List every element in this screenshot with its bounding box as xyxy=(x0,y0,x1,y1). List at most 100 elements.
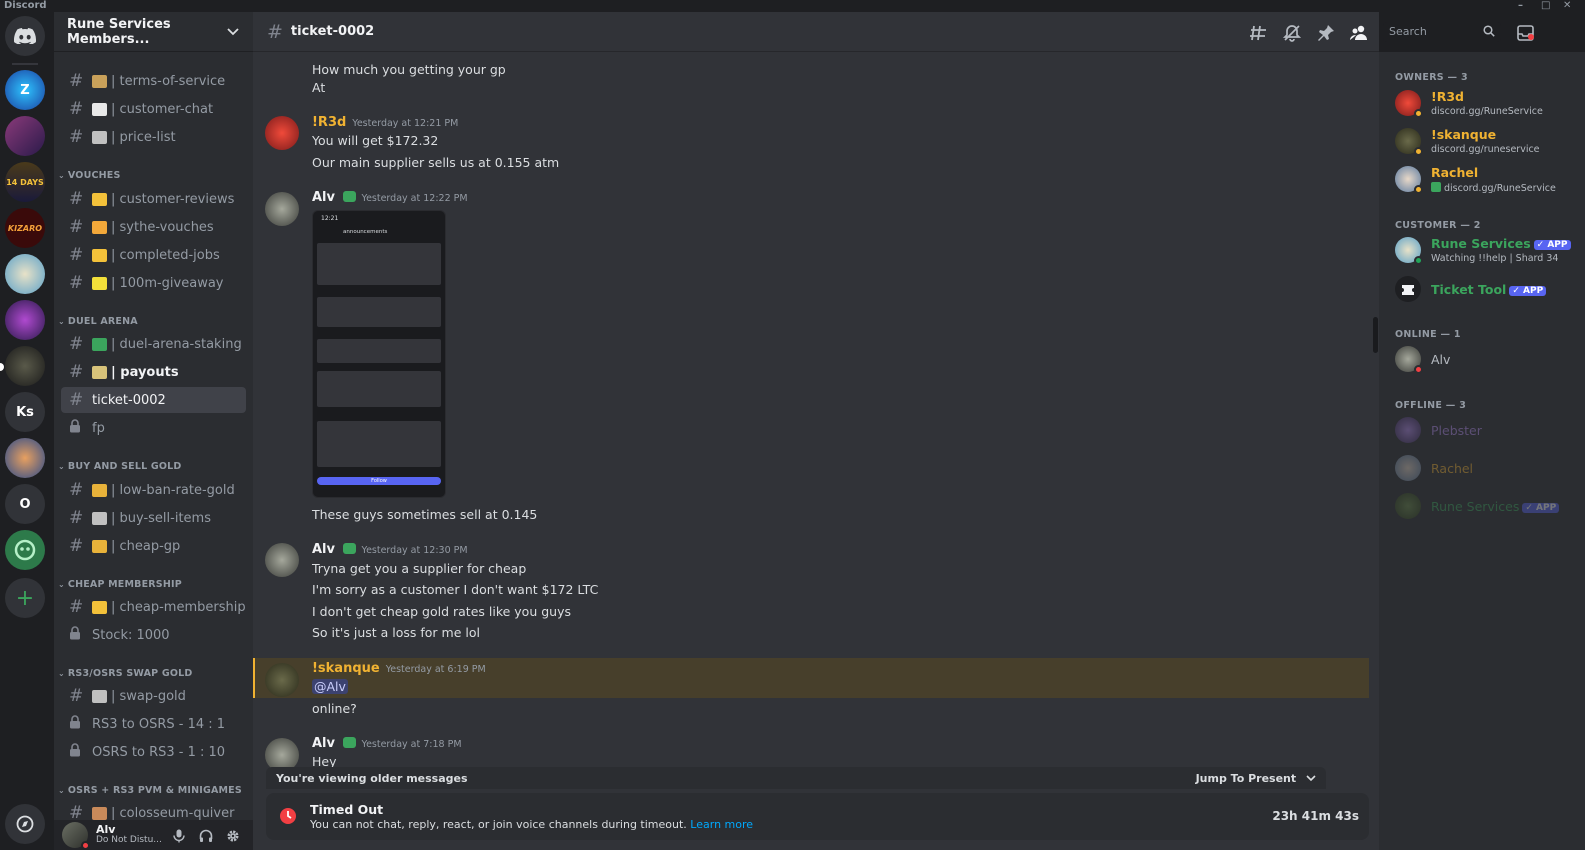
member-name: !skanque xyxy=(1431,127,1497,142)
channel-category[interactable]: ⌄ OSRS + RS3 PVM & MINIGAMES xyxy=(58,785,242,796)
member-list-icon[interactable] xyxy=(1349,23,1369,43)
channel-item[interactable]: # | swap-gold xyxy=(61,683,246,709)
channel-item[interactable]: Stock: 1000 xyxy=(61,622,246,648)
channel-item[interactable]: # | completed-jobs xyxy=(61,242,246,268)
minimize-button[interactable]: – xyxy=(1518,0,1523,11)
server-ks-icon[interactable]: Ks xyxy=(5,392,45,432)
message-line: Our main supplier sells us at 0.155 atm xyxy=(312,155,560,170)
channel-category[interactable]: ⌄ CHEAP MEMBERSHIP xyxy=(58,579,182,590)
channel-item[interactable]: # | sythe-vouches xyxy=(61,214,246,240)
member-item[interactable]: Rune Services ✓ APP Watching !!help | Sha… xyxy=(1395,233,1580,269)
ticket-tool-icon xyxy=(1402,285,1414,295)
message-avatar-skanque[interactable] xyxy=(265,663,299,697)
channel-item[interactable]: # | payouts xyxy=(61,359,246,385)
notification-muted-icon[interactable] xyxy=(1282,23,1302,43)
member-item[interactable]: Alv xyxy=(1395,342,1580,378)
server-purple-icon[interactable] xyxy=(5,116,45,156)
message-line: How much you getting your gp xyxy=(312,62,506,77)
channel-item[interactable]: # | cheap-membership xyxy=(61,594,246,620)
channel-name: | swap-gold xyxy=(111,688,186,704)
message-author[interactable]: Alv Yesterday at 12:30 PM xyxy=(312,542,468,557)
channel-item[interactable]: # | buy-sell-items xyxy=(61,505,246,531)
server-monster-icon[interactable] xyxy=(5,300,45,340)
author-name[interactable]: Alv xyxy=(312,542,335,557)
member-item[interactable]: Rune Services ✓ APP xyxy=(1395,489,1580,525)
search-input[interactable]: Search xyxy=(1383,22,1501,42)
channel-item[interactable]: fp xyxy=(61,415,246,441)
server-fish-icon[interactable] xyxy=(5,438,45,478)
channel-item[interactable]: OSRS to RS3 - 1 : 10 xyxy=(61,739,246,765)
chevron-down-icon: ⌄ xyxy=(58,171,65,180)
channel-item[interactable]: # | customer-reviews xyxy=(61,186,246,212)
member-custom-status-text: discord.gg/RuneService xyxy=(1444,183,1556,194)
server-rune-services-icon[interactable] xyxy=(5,346,45,386)
user-avatar[interactable] xyxy=(62,822,90,850)
channel-item[interactable]: RS3 to OSRS - 14 : 1 xyxy=(61,711,246,737)
server-14days-icon[interactable]: 14 DAYS xyxy=(5,162,45,202)
channel-item[interactable]: # | duel-arena-staking xyxy=(61,331,246,357)
channel-title: ticket-0002 xyxy=(290,24,375,39)
member-item[interactable]: !skanque discord.gg/runeservice xyxy=(1395,124,1580,160)
threads-icon[interactable] xyxy=(1249,23,1269,43)
message-avatar-r3d[interactable] xyxy=(265,116,299,150)
server-header[interactable]: Rune Services Members... xyxy=(54,12,253,52)
message-author[interactable]: Alv Yesterday at 7:18 PM xyxy=(312,736,462,751)
role-header-online: ONLINE — 1 xyxy=(1395,329,1461,340)
close-button[interactable]: ✕ xyxy=(1563,0,1571,11)
channel-category[interactable]: ⌄ BUY AND SELL GOLD xyxy=(58,461,182,472)
member-item[interactable]: Rachel xyxy=(1395,451,1580,487)
author-name[interactable]: !skanque xyxy=(312,661,380,676)
older-messages-bar[interactable]: You're viewing older messages Jump To Pr… xyxy=(266,767,1326,789)
channel-item[interactable]: # | terms-of-service xyxy=(61,68,246,94)
member-item[interactable]: Plebster xyxy=(1395,413,1580,449)
discord-home-button[interactable] xyxy=(5,16,45,56)
author-name[interactable]: Alv xyxy=(312,190,335,205)
member-list: OWNERS — 3 !R3d discord.gg/RuneService !… xyxy=(1379,52,1585,850)
channel-item[interactable]: # | 100m-giveaway xyxy=(61,270,246,296)
image-block xyxy=(317,421,441,467)
member-item[interactable]: !R3d discord.gg/RuneService xyxy=(1395,86,1580,122)
member-item[interactable]: Rachel discord.gg/RuneService xyxy=(1395,162,1580,198)
headphones-icon[interactable] xyxy=(199,828,213,847)
server-z-icon[interactable]: Z xyxy=(5,70,45,110)
channel-category[interactable]: ⌄ VOUCHES xyxy=(58,170,121,181)
jump-to-present-button[interactable]: Jump To Present xyxy=(1196,772,1316,785)
channel-item[interactable]: # | customer-chat xyxy=(61,96,246,122)
microphone-icon[interactable] xyxy=(173,828,185,847)
maximize-button[interactable]: □ xyxy=(1541,0,1550,11)
message-author[interactable]: !R3d Yesterday at 12:21 PM xyxy=(312,115,458,130)
inbox-icon[interactable] xyxy=(1515,23,1535,43)
member-item[interactable]: Ticket Tool ✓ APP xyxy=(1395,272,1580,308)
add-server-button[interactable]: + xyxy=(5,578,45,618)
message-author[interactable]: !skanque Yesterday at 6:19 PM xyxy=(312,661,486,676)
image-follow-button: Follow xyxy=(317,477,441,485)
message-avatar-alv[interactable] xyxy=(265,192,299,226)
channel-item[interactable]: # | low-ban-rate-gold xyxy=(61,477,246,503)
learn-more-link[interactable]: Learn more xyxy=(690,818,753,831)
hash-icon: # xyxy=(69,334,84,354)
server-snorlax-icon[interactable] xyxy=(5,254,45,294)
attached-image[interactable]: 12:21 announcements Follow xyxy=(312,210,446,498)
channel-item[interactable]: # | price-list xyxy=(61,124,246,150)
channel-category[interactable]: ⌄ RS3/OSRS SWAP GOLD xyxy=(58,668,192,679)
channel-item[interactable]: # | cheap-gp xyxy=(61,533,246,559)
channel-category[interactable]: ⌄ DUEL ARENA xyxy=(58,316,138,327)
message-author[interactable]: Alv Yesterday at 12:22 PM xyxy=(312,190,468,205)
discover-button[interactable] xyxy=(5,804,45,844)
message-avatar-alv[interactable] xyxy=(265,543,299,577)
user-mention[interactable]: @Alv xyxy=(312,679,348,694)
channel-emoji-icon xyxy=(92,192,107,206)
server-kizaro-icon[interactable]: KIZARO xyxy=(5,208,45,248)
author-name[interactable]: Alv xyxy=(312,736,335,751)
server-o-icon[interactable]: O xyxy=(5,484,45,524)
channel-emoji-icon xyxy=(92,539,107,553)
member-name: Rune Services ✓ APP xyxy=(1431,236,1571,251)
pin-icon[interactable] xyxy=(1316,23,1336,43)
scrollbar-thumb[interactable] xyxy=(1373,317,1378,353)
server-green-bot-icon[interactable] xyxy=(5,530,45,570)
member-avatar xyxy=(1395,417,1421,443)
settings-gear-icon[interactable] xyxy=(226,828,240,847)
channel-item[interactable]: # ticket-0002 xyxy=(61,387,246,413)
channel-emoji-icon xyxy=(92,74,107,88)
author-name[interactable]: !R3d xyxy=(312,115,346,130)
